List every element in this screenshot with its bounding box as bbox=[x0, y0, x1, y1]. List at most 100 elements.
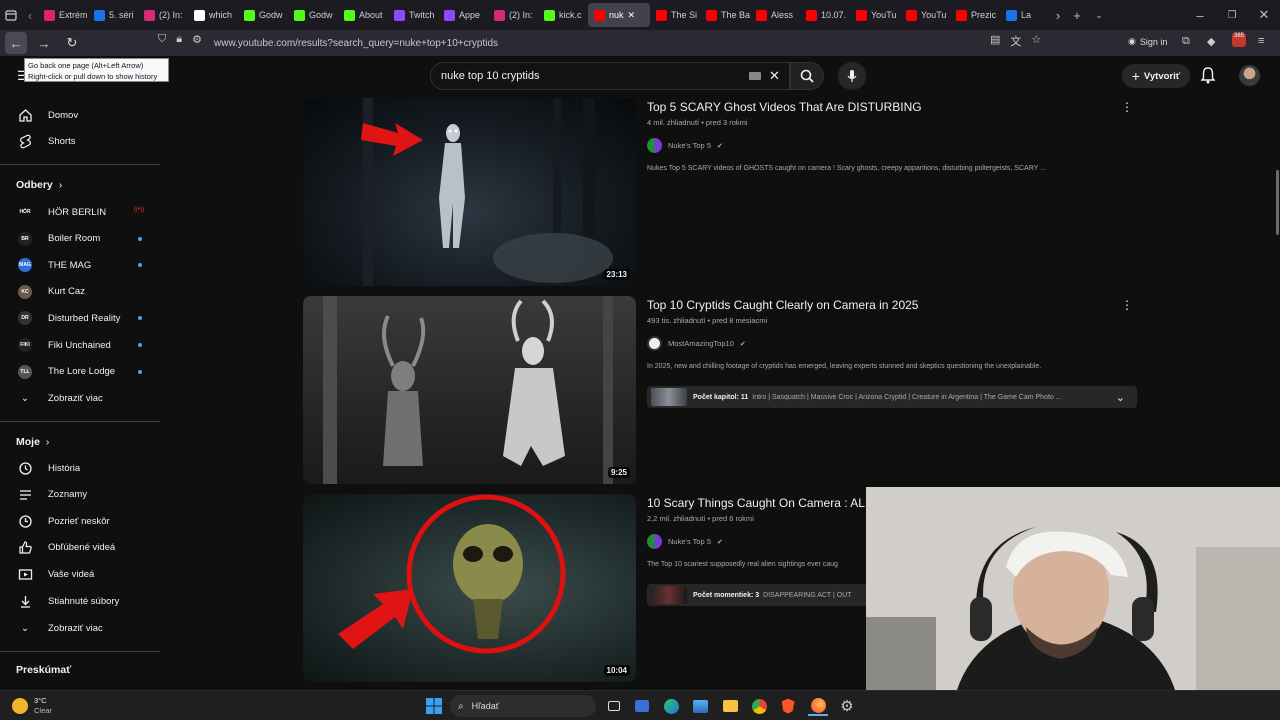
sidebar-you-item[interactable]: Stiahnuté súbory bbox=[10, 588, 150, 614]
more-actions-icon[interactable]: ⋮ bbox=[1121, 100, 1133, 114]
weather-widget[interactable]: 3°C Clear bbox=[12, 696, 52, 716]
bookmark-star-icon[interactable]: ☆ bbox=[1031, 33, 1041, 49]
window-close-button[interactable]: ✕ bbox=[1248, 3, 1280, 27]
tab-list-chevron-icon[interactable]: ⌄ bbox=[1088, 3, 1110, 27]
close-tab-icon[interactable]: ✕ bbox=[628, 10, 636, 21]
menu-icon[interactable]: ≡ bbox=[1258, 35, 1264, 47]
browser-tab[interactable]: The Si bbox=[650, 3, 700, 27]
subscriptions-show-more[interactable]: ⌄ Zobraziť viac bbox=[10, 385, 150, 411]
browser-tab[interactable]: Extrém bbox=[38, 3, 88, 27]
sidebar-you-item[interactable]: Obľúbené videá bbox=[10, 535, 150, 561]
browser-tab[interactable]: Aless bbox=[750, 3, 800, 27]
you-header[interactable]: Moje › bbox=[16, 436, 49, 448]
firefox-icon[interactable] bbox=[808, 696, 828, 716]
browser-tab[interactable]: Appe bbox=[438, 3, 488, 27]
brave-icon[interactable] bbox=[778, 696, 798, 716]
channel-link[interactable]: MostAmazingTop10 ✔ bbox=[647, 336, 746, 351]
settings-gear-icon[interactable]: ⚙ bbox=[837, 696, 857, 716]
reader-view-icon[interactable]: ▤ bbox=[990, 33, 1000, 49]
browser-tab[interactable]: (2) In: bbox=[488, 3, 538, 27]
video-thumbnail[interactable]: 23:13 bbox=[303, 98, 636, 286]
browser-tab[interactable]: 5. séri bbox=[88, 3, 138, 27]
tab-scroll-right-icon[interactable]: › bbox=[1050, 3, 1066, 27]
sign-in-button[interactable]: ◉ Sign in bbox=[1128, 36, 1167, 47]
sidebar-item-home[interactable]: Domov bbox=[10, 102, 150, 128]
sidebar-subscription-item[interactable]: FIKI Fiki Unchained bbox=[10, 332, 150, 358]
browser-tab[interactable]: nuk ✕ bbox=[588, 3, 650, 27]
task-view-icon[interactable] bbox=[604, 696, 624, 716]
url-text[interactable]: www.youtube.com/results?search_query=nuk… bbox=[214, 38, 498, 49]
browser-tab[interactable]: which bbox=[188, 3, 238, 27]
new-tab-button[interactable]: + bbox=[1066, 3, 1088, 27]
translate-icon[interactable]: 文 bbox=[1010, 33, 1021, 49]
browser-tab[interactable]: The Ba bbox=[700, 3, 750, 27]
chevron-down-icon[interactable]: ⌄ bbox=[1116, 391, 1125, 404]
sidebar-subscription-item[interactable]: HÖR HÖR BERLIN ((•)) bbox=[10, 199, 150, 225]
more-actions-icon[interactable]: ⋮ bbox=[1121, 298, 1133, 312]
browser-tab[interactable]: About bbox=[338, 3, 388, 27]
browser-tab[interactable]: Godw bbox=[238, 3, 288, 27]
video-thumbnail[interactable]: 9:25 bbox=[303, 296, 636, 484]
permissions-icon[interactable]: ⚙︎ bbox=[192, 33, 202, 46]
page-scrollbar[interactable] bbox=[1276, 170, 1279, 235]
search-result-video[interactable]: 23:13 Top 5 SCARY Ghost Videos That Are … bbox=[303, 98, 1143, 288]
chapters-bar[interactable]: Počet kapitol: 11 Intro | Sasquatch | Ma… bbox=[647, 386, 1137, 408]
extension-badge-icon[interactable]: 385 bbox=[1232, 33, 1246, 47]
file-explorer-icon[interactable] bbox=[720, 696, 740, 716]
search-input-value[interactable]: nuke top 10 cryptids bbox=[441, 70, 539, 82]
browser-tab[interactable]: 10.07. bbox=[800, 3, 850, 27]
browser-tab[interactable]: La bbox=[1000, 3, 1050, 27]
lock-icon[interactable]: 🔒︎ bbox=[176, 33, 182, 46]
windows-start-icon[interactable] bbox=[424, 696, 444, 716]
keyboard-icon[interactable] bbox=[749, 72, 761, 80]
vpn-icon[interactable]: ◆ bbox=[1207, 35, 1215, 48]
sidebar-subscription-item[interactable]: BR Boiler Room bbox=[10, 226, 150, 252]
shield-icon[interactable]: ⛉ bbox=[158, 33, 166, 46]
sidebar-subscription-item[interactable]: KC Kurt Caz bbox=[10, 279, 150, 305]
browser-tab[interactable]: YouTu bbox=[850, 3, 900, 27]
sidebar-subscription-item[interactable]: MAG THE MAG bbox=[10, 252, 150, 278]
tab-overview-icon[interactable] bbox=[0, 3, 22, 27]
tab-scroll-left-icon[interactable]: ‹ bbox=[22, 3, 38, 27]
taskbar-search[interactable]: ⌕ Hľadať bbox=[450, 695, 596, 717]
search-button[interactable] bbox=[790, 62, 824, 90]
back-button[interactable]: ← bbox=[5, 32, 27, 54]
sidebar-subscription-item[interactable]: DR Disturbed Reality bbox=[10, 305, 150, 331]
reload-button[interactable]: ↻ bbox=[61, 32, 83, 54]
video-title[interactable]: Top 10 Cryptids Caught Clearly on Camera… bbox=[647, 298, 918, 312]
browser-tab[interactable]: Twitch bbox=[388, 3, 438, 27]
channel-link[interactable]: Nuke's Top 5 ✔ bbox=[647, 534, 723, 549]
create-button[interactable]: + Vytvoriť bbox=[1122, 64, 1190, 88]
sidebar-you-item[interactable]: História bbox=[10, 455, 150, 481]
browser-tab[interactable]: Godw bbox=[288, 3, 338, 27]
sidebar-item-shorts[interactable]: Shorts bbox=[10, 128, 150, 154]
search-input[interactable]: nuke top 10 cryptids ✕ bbox=[430, 62, 790, 90]
browser-tab[interactable]: kick.c bbox=[538, 3, 588, 27]
video-thumbnail[interactable]: 10:04 bbox=[303, 494, 636, 682]
video-title[interactable]: Top 5 SCARY Ghost Videos That Are DISTUR… bbox=[647, 100, 922, 114]
browser-tab[interactable]: (2) In: bbox=[138, 3, 188, 27]
edge-icon[interactable] bbox=[661, 696, 681, 716]
notifications-button[interactable] bbox=[1200, 66, 1216, 89]
url-bar[interactable]: www.youtube.com/results?search_query=nuk… bbox=[206, 32, 1106, 54]
you-show-more[interactable]: ⌄ Zobraziť viac bbox=[10, 615, 150, 641]
chrome-icon[interactable] bbox=[749, 696, 769, 716]
voice-search-button[interactable] bbox=[838, 62, 866, 90]
user-avatar[interactable] bbox=[1239, 65, 1260, 86]
browser-tab[interactable]: Prezic bbox=[950, 3, 1000, 27]
extensions-icon[interactable]: ⧉ bbox=[1182, 35, 1190, 48]
sidebar-subscription-item[interactable]: TLL The Lore Lodge bbox=[10, 359, 150, 385]
window-minimize-button[interactable]: – bbox=[1184, 3, 1216, 27]
sidebar-you-item[interactable]: Pozrieť neskôr bbox=[10, 508, 150, 534]
forward-button[interactable]: → bbox=[33, 32, 55, 54]
sidebar-you-item[interactable]: Zoznamy bbox=[10, 482, 150, 508]
window-restore-button[interactable]: ❐ bbox=[1216, 3, 1248, 27]
clear-search-icon[interactable]: ✕ bbox=[769, 68, 780, 84]
browser-tab[interactable]: YouTu bbox=[900, 3, 950, 27]
sidebar-you-item[interactable]: Vaše videá bbox=[10, 561, 150, 587]
store-icon[interactable] bbox=[632, 696, 652, 716]
search-result-video[interactable]: 9:25 Top 10 Cryptids Caught Clearly on C… bbox=[303, 296, 1143, 486]
video-title[interactable]: 10 Scary Things Caught On Camera : ALIE bbox=[647, 496, 876, 510]
photos-icon[interactable] bbox=[690, 696, 710, 716]
subscriptions-header[interactable]: Odbery › bbox=[16, 179, 62, 191]
